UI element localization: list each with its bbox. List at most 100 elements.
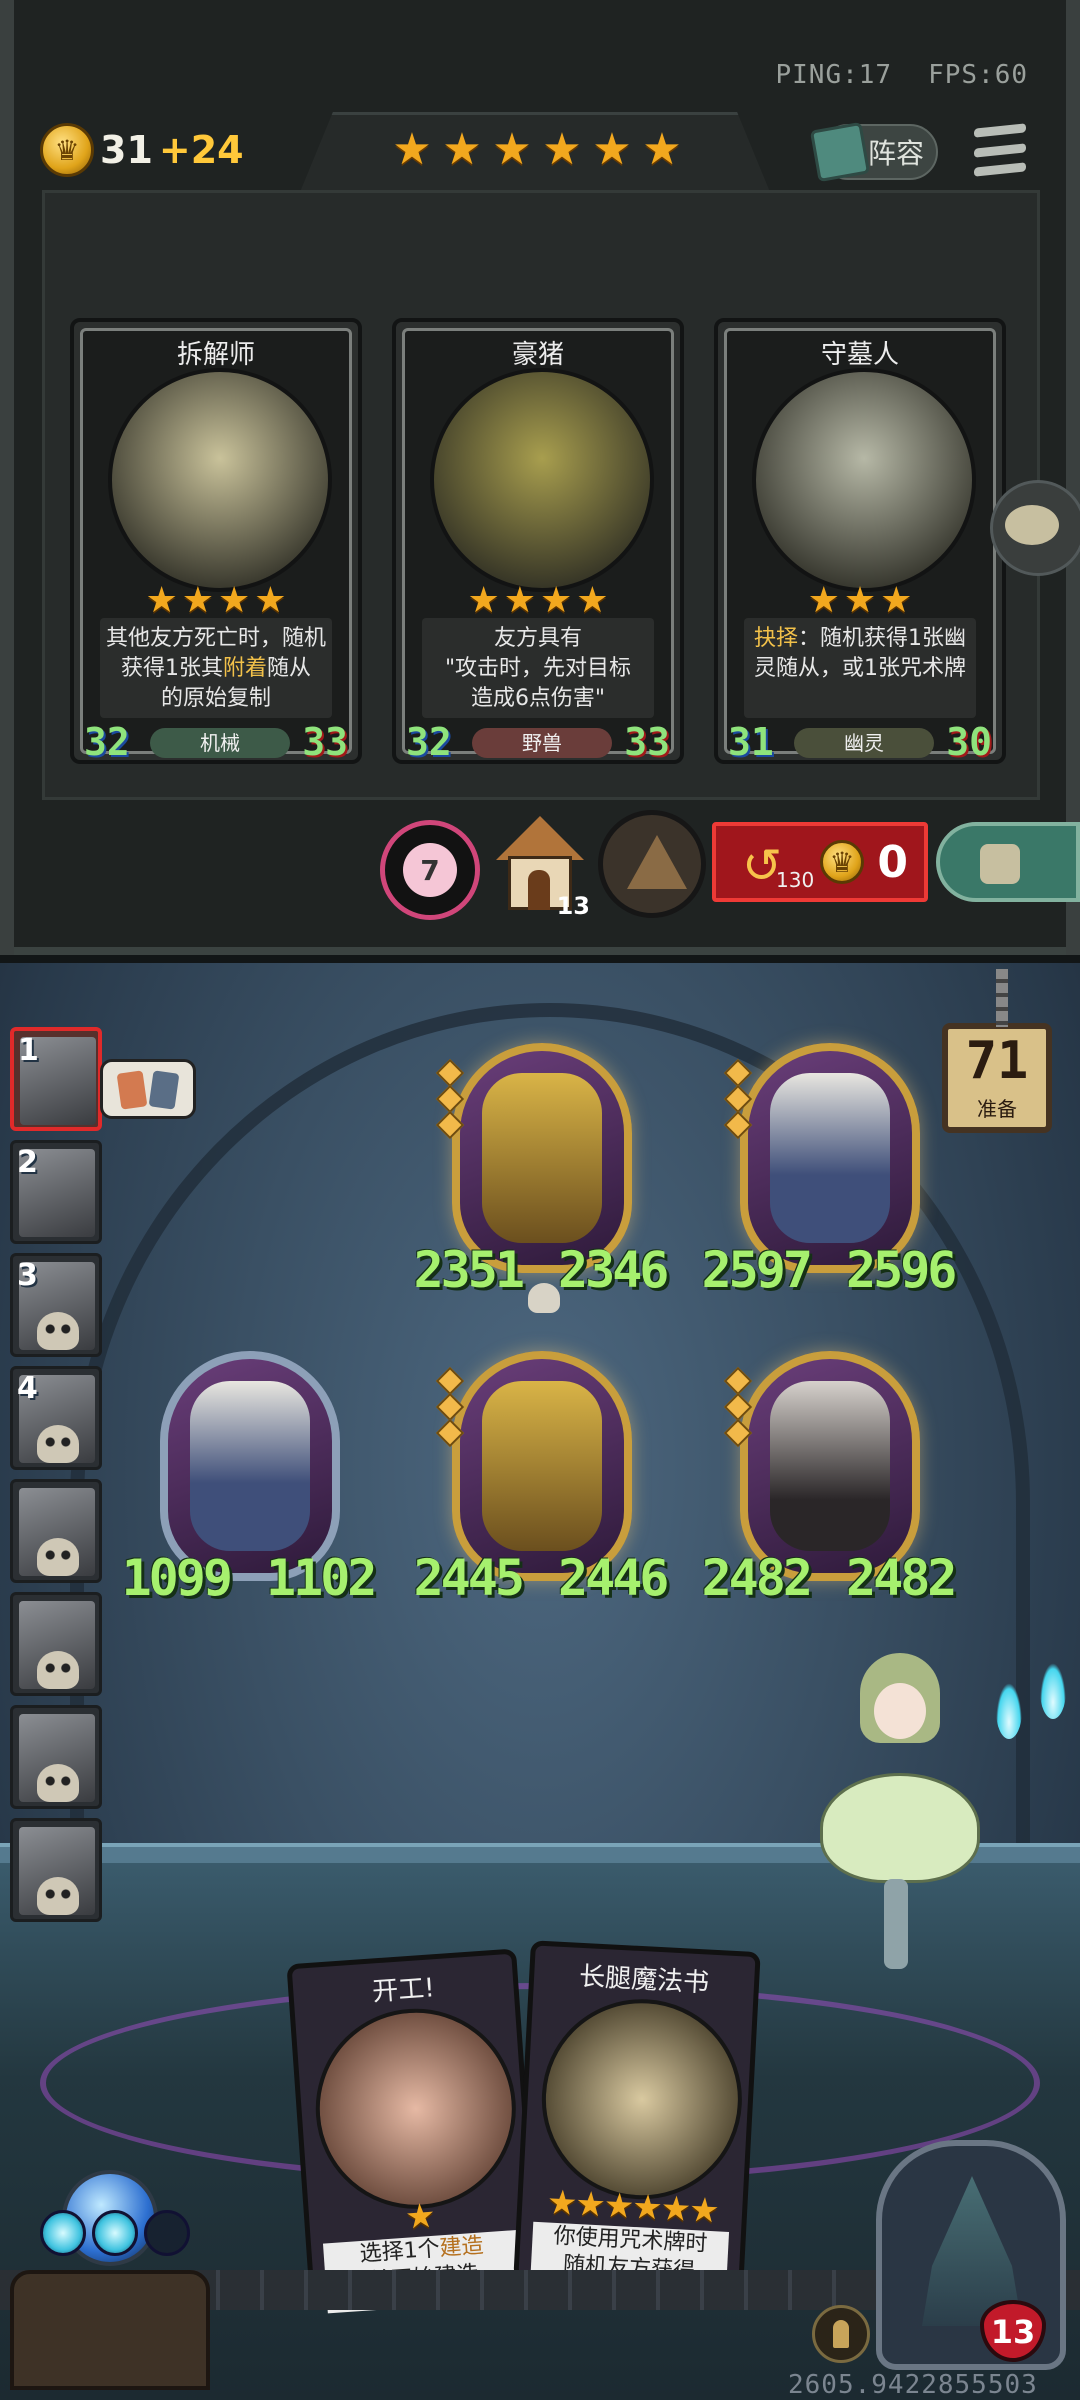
tier-star-icon: ★ [492,124,532,175]
opponent-list: 1 2 3 4 [10,1027,102,1931]
tavern-upgrade-button[interactable]: 13 [496,816,590,920]
card-star-icon: ★ [145,580,178,621]
shield-mark-icon [723,1392,753,1422]
menu-line [974,162,1026,177]
card-star-icon: ★ [576,580,609,621]
shield-mark-icon [435,1058,465,1088]
skull-icon [37,1312,79,1350]
divine-shield-marks [723,1058,753,1140]
shield-mark-icon [723,1058,753,1088]
minion-health: 2482 [846,1549,957,1607]
card-health: 33 [302,720,348,764]
card-star-icon: ★ [807,580,840,621]
chat-bubble-icon [1005,505,1059,545]
shield-mark-icon [435,1084,465,1114]
freeze-shop-button[interactable] [936,822,1080,902]
opponent-slot[interactable]: 1 [10,1027,102,1131]
card-keyword: 抉择 [753,626,798,651]
divine-shield-marks [435,1058,465,1140]
hand-card[interactable]: 开工!★选择1个建造 并开始建造 [286,1948,540,2314]
card-name: 豪猪 [511,340,564,370]
opponent-rank: 3 [17,1258,38,1293]
menu-button[interactable] [974,123,1026,177]
minion-health: 2596 [846,1241,957,1299]
tier-star-icon: ★ [442,124,482,175]
refresh-shop-button[interactable]: ↺ 130 0 [712,822,928,902]
shop-minion-card[interactable]: 豪猪 ★ ★ ★ ★ 友方具有 "攻击时，先对目标 造成6点伤害" 32 野兽 33 [392,318,684,764]
minion-health: 2446 [558,1549,669,1607]
card-tribe: 幽灵 [794,728,934,758]
minion-art [482,1073,602,1243]
card-name: 守墓人 [820,340,899,370]
lineup-button[interactable]: 阵容 [809,121,938,183]
opponent-slot[interactable] [10,1818,102,1922]
prep-countdown: 71 准备 [942,969,1052,1133]
trophy-button[interactable] [812,2305,870,2363]
lock-icon [980,844,1020,884]
card-art [430,368,654,592]
hero-legs [884,1879,908,1969]
build-id: 2605.9422855503 [788,2370,1038,2400]
countdown-value: 71 [965,1031,1029,1091]
menu-line [974,142,1026,158]
card-star-icon: ★ [181,580,214,621]
card-icon [148,1070,180,1110]
card-description: 抉择：随机获得1张幽 灵随从，或1张咒术牌 [744,618,976,718]
fps-readout: FPS:60 [928,60,1028,90]
hand-card-keyword: 建造 [438,2233,485,2262]
mana-orb-stand [10,2150,210,2400]
countdown-label: 准备 [977,1097,1017,1121]
deathrattle-skull-icon [528,1283,560,1313]
card-tribe: 机械 [150,728,290,758]
tavern-door-icon [528,870,550,910]
hand-card[interactable]: 长腿魔法书★★★★★★你使用咒术牌时 随机友方获得+1+1 并提升此效果 [513,1940,761,2302]
shield-mark-icon [435,1366,465,1396]
opponent-cards-icon[interactable] [100,1059,196,1119]
mana-crystal-icon [40,2210,86,2256]
opponent-slot[interactable] [10,1479,102,1583]
opponent-slot[interactable] [10,1592,102,1696]
card-attack: 32 [406,720,452,764]
chat-button[interactable] [990,480,1080,576]
shop-minion-card[interactable]: 拆解师 ★ ★ ★ ★ 其他友方死亡时，随机 获得1张其附着随从 的原始复制 32 机械 33 [70,318,362,764]
opponent-slot[interactable]: 3 [10,1253,102,1357]
minion-attack: 1099 [121,1549,233,1607]
blue-flame-icon [1040,1663,1066,1719]
mana-crystal-empty-icon [144,2210,190,2256]
shield-mark-icon [435,1418,465,1448]
board-minion[interactable]: 2351 2346 [414,1043,669,1313]
refresh-count: 130 [776,868,815,892]
board-minion[interactable]: 2482 2482 [702,1351,957,1607]
card-art [108,368,332,592]
opponent-rank: 2 [17,1145,38,1180]
board-minion[interactable]: 2597 2596 [702,1043,957,1299]
gold-value: 31 [100,128,153,172]
hero-face [874,1683,926,1739]
minion-art [190,1381,310,1551]
card-attack: 31 [728,720,774,764]
card-desc-text: 友方具有 "攻击时，先对目标 造成6点伤害" [444,626,632,711]
card-attack: 32 [84,720,130,764]
card-star-icon: ★ [843,580,877,621]
hero-power-button[interactable] [598,810,706,918]
mana-crystal-icon [92,2210,138,2256]
skull-icon [37,1877,79,1915]
opponent-slot[interactable]: 2 [10,1140,102,1244]
gold-coin-icon [40,123,94,177]
frame-left [0,0,14,955]
opponent-slot[interactable]: 4 [10,1366,102,1470]
card-star-icon: ★ [540,580,573,621]
board-minion[interactable]: 2445 2446 [414,1351,669,1607]
opponent-slot[interactable] [10,1705,102,1809]
card-star-icon: ★ [218,580,251,621]
orb-base [10,2270,210,2390]
network-stats: PING:17 FPS:60 [740,60,1029,90]
minion-attack: 2351 [413,1241,525,1299]
hand-card-art [536,1994,747,2205]
shop-minion-card[interactable]: 守墓人 ★ ★ ★ 抉择：随机获得1张幽 灵随从，或1张咒术牌 31 幽灵 30 [714,318,1006,764]
wizard-hat-icon [627,835,687,889]
minion-art [482,1381,602,1551]
board-minion[interactable]: 1099 1102 [122,1351,377,1607]
refresh-coin-icon [820,840,864,884]
opponent-rank: 1 [18,1033,39,1068]
